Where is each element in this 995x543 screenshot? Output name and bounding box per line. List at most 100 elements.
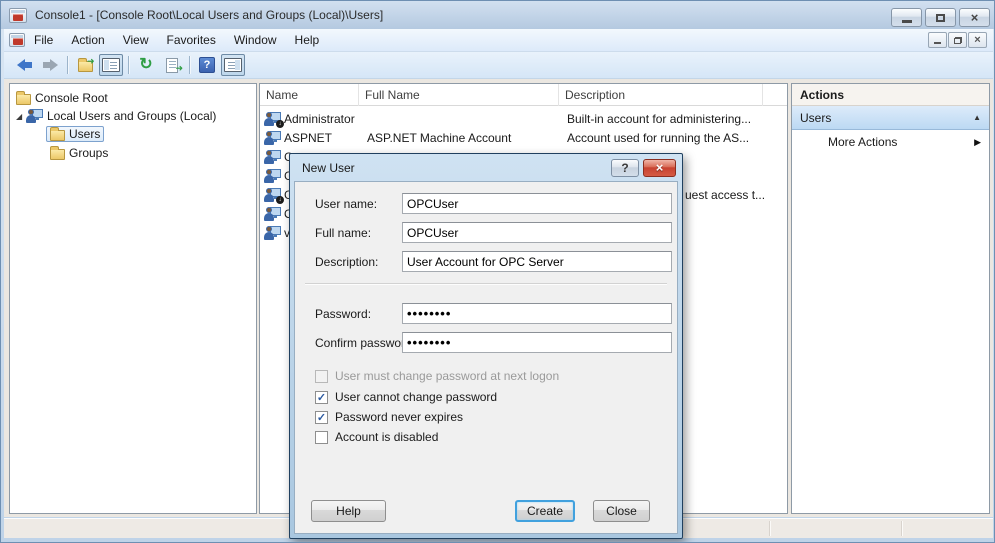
help-icon: ?: [199, 57, 215, 73]
full-name-label: Full name:: [315, 223, 371, 243]
actions-pane-title: Actions: [792, 84, 989, 106]
back-button[interactable]: [12, 54, 36, 76]
list-header: Name Full Name Description: [260, 84, 787, 106]
menu-window[interactable]: Window: [225, 30, 286, 50]
child-restore-button[interactable]: [948, 32, 967, 48]
password-label: Password:: [315, 304, 371, 324]
new-user-dialog: New User ? × User name: Full name: Descr…: [289, 153, 683, 539]
checkbox-password-never-expires[interactable]: ✓ Password never expires: [315, 409, 463, 425]
list-row-administrator[interactable]: ↓ Administrator Built-in account for adm…: [260, 110, 787, 129]
statusbar-separator: [769, 521, 770, 536]
show-console-tree-button[interactable]: [99, 54, 123, 76]
folder-icon: [16, 94, 31, 105]
forward-icon: [43, 59, 58, 71]
menu-action[interactable]: Action: [62, 30, 113, 50]
menu-favorites[interactable]: Favorites: [158, 30, 225, 50]
restore-button[interactable]: [925, 8, 956, 27]
refresh-button[interactable]: ↻: [134, 54, 158, 76]
minimize-button[interactable]: [891, 8, 922, 27]
tree-item-console-root[interactable]: Console Root: [16, 89, 108, 107]
menu-view[interactable]: View: [114, 30, 158, 50]
menu-file[interactable]: File: [25, 30, 62, 50]
toolbar: ↻ ?: [4, 52, 993, 79]
menubar: File Action View Favorites Window Help ×: [4, 29, 993, 52]
close-button[interactable]: ×: [959, 8, 990, 27]
user-name-label: User name:: [315, 194, 377, 214]
checkbox-cannot-change-password[interactable]: ✓ User cannot change password: [315, 389, 497, 405]
collapse-icon[interactable]: ▲: [973, 113, 981, 122]
folder-icon: [50, 149, 65, 160]
local-users-groups-icon: [26, 109, 43, 123]
child-minimize-button[interactable]: [928, 32, 947, 48]
close-button[interactable]: Close: [593, 500, 650, 522]
forward-button[interactable]: [38, 54, 62, 76]
dialog-title: New User: [302, 161, 611, 175]
dialog-help-button[interactable]: ?: [611, 159, 639, 177]
password-input[interactable]: [402, 303, 672, 324]
statusbar-separator: [901, 521, 902, 536]
column-header-full-name[interactable]: Full Name: [359, 84, 559, 106]
show-console-tree-icon: [102, 58, 120, 72]
flyout-arrow-icon: ▶: [974, 137, 981, 148]
full-name-input[interactable]: [402, 222, 672, 243]
user-icon: [264, 131, 281, 145]
toolbar-separator: [67, 56, 68, 74]
window-title: Console1 - [Console Root\Local Users and…: [35, 8, 383, 22]
checkbox-account-disabled[interactable]: Account is disabled: [315, 429, 438, 445]
checkbox-checked-icon[interactable]: ✓: [315, 411, 328, 424]
help-button[interactable]: Help: [311, 500, 386, 522]
toolbar-separator: [128, 56, 129, 74]
dialog-titlebar: New User ? ×: [290, 154, 682, 181]
up-one-level-icon: [78, 61, 93, 72]
separator: [305, 283, 667, 285]
show-action-pane-button[interactable]: [221, 54, 245, 76]
show-action-pane-icon: [224, 58, 242, 72]
checkbox-icon: [315, 370, 328, 383]
user-icon: [264, 150, 281, 164]
create-button[interactable]: Create: [515, 500, 575, 522]
list-row-aspnet[interactable]: ASPNET ASP.NET Machine Account Account u…: [260, 129, 787, 148]
more-actions-item[interactable]: More Actions ▶: [792, 130, 989, 154]
actions-group-users[interactable]: Users ▲: [792, 106, 989, 130]
user-icon: [264, 207, 281, 221]
column-header-description[interactable]: Description: [559, 84, 763, 106]
refresh-icon: ↻: [139, 57, 152, 73]
description-label: Description:: [315, 252, 378, 272]
window-titlebar: Console1 - [Console Root\Local Users and…: [1, 1, 995, 29]
user-icon: [264, 226, 281, 240]
mmc-console-icon: [9, 8, 27, 23]
column-header-name[interactable]: Name: [260, 84, 359, 106]
dialog-body: User name: Full name: Description: Passw…: [294, 181, 678, 534]
tree-item-users[interactable]: Users: [46, 125, 104, 143]
child-close-button[interactable]: ×: [968, 32, 987, 48]
export-list-button[interactable]: [160, 54, 184, 76]
confirm-password-input[interactable]: [402, 332, 672, 353]
selected-tree-item: Users: [46, 126, 104, 142]
back-icon: [17, 59, 32, 71]
folder-icon: [50, 130, 65, 141]
confirm-password-label: Confirm password:: [315, 333, 415, 353]
user-disabled-icon: ↓: [264, 112, 281, 126]
close-icon: ×: [656, 161, 664, 174]
tree-item-local-users-groups[interactable]: ◢ Local Users and Groups (Local): [16, 107, 216, 125]
export-list-icon: [166, 58, 178, 73]
question-icon: ?: [621, 161, 628, 175]
checkbox-checked-icon[interactable]: ✓: [315, 391, 328, 404]
description-input[interactable]: [402, 251, 672, 272]
help-button[interactable]: ?: [195, 54, 219, 76]
menu-help[interactable]: Help: [286, 30, 329, 50]
user-disabled-icon: ↓: [264, 188, 281, 202]
actions-pane: Actions Users ▲ More Actions ▶: [791, 83, 990, 514]
up-one-level-button[interactable]: [73, 54, 97, 76]
mmc-console-window: Console1 - [Console Root\Local Users and…: [0, 0, 995, 543]
checkbox-icon[interactable]: [315, 431, 328, 444]
toolbar-separator: [189, 56, 190, 74]
checkbox-must-change-password: User must change password at next logon: [315, 368, 559, 384]
tree-item-groups[interactable]: Groups: [50, 144, 108, 162]
dialog-close-button[interactable]: ×: [643, 159, 676, 177]
child-window-icon: [9, 33, 25, 47]
console-tree-pane: Console Root ◢ Local Users and Groups (L…: [9, 83, 257, 514]
expanded-chevron-icon[interactable]: ◢: [16, 112, 26, 121]
user-icon: [264, 169, 281, 183]
user-name-input[interactable]: [402, 193, 672, 214]
